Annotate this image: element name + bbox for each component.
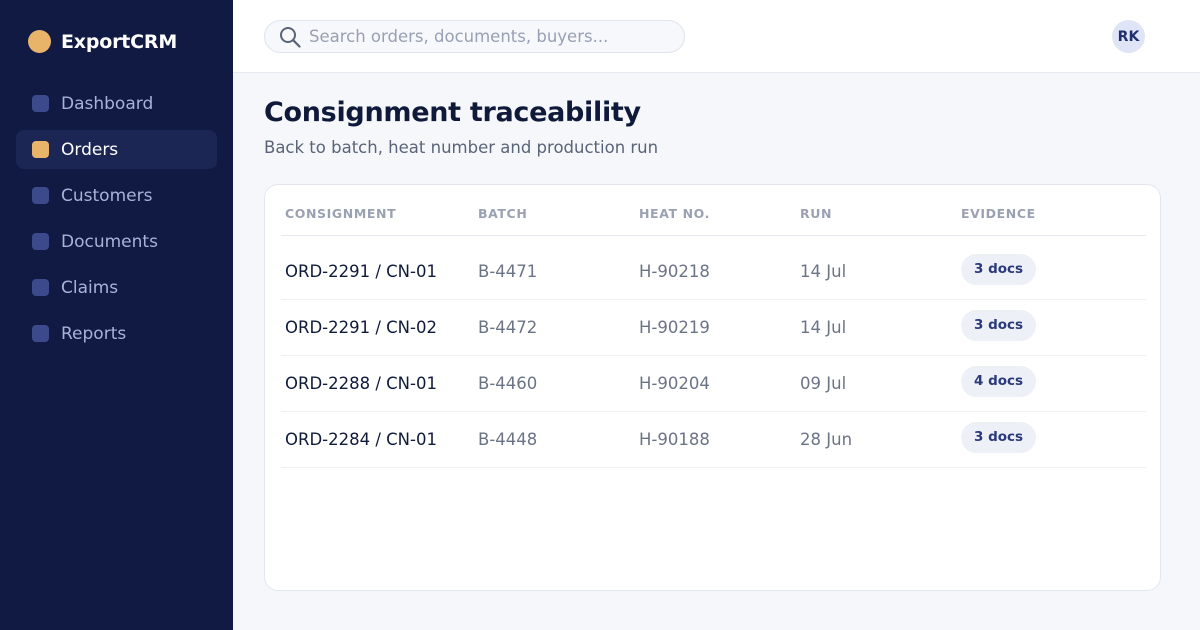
batch-cell: B-4471 bbox=[478, 262, 538, 281]
table-row[interactable]: ORD-2291 / CN-02 B-4472 H-90219 14 Jul 3… bbox=[281, 300, 1146, 356]
table-header: CONSIGNMENT BATCH HEAT NO. RUN EVIDENCE bbox=[281, 185, 1146, 236]
sidebar-item-documents[interactable]: Documents bbox=[16, 222, 217, 261]
dashboard-icon bbox=[32, 95, 49, 112]
sidebar-item-customers[interactable]: Customers bbox=[16, 176, 217, 215]
heat-cell: H-90188 bbox=[639, 430, 710, 449]
column-header-consignment[interactable]: CONSIGNMENT bbox=[281, 206, 478, 221]
orders-icon bbox=[32, 141, 49, 158]
page-title: Consignment traceability bbox=[264, 97, 641, 128]
consignment-cell: ORD-2291 / CN-02 bbox=[285, 318, 437, 337]
table-row[interactable]: ORD-2288 / CN-01 B-4460 H-90204 09 Jul 4… bbox=[281, 356, 1146, 412]
consignment-cell: ORD-2284 / CN-01 bbox=[285, 430, 437, 449]
brand-name: ExportCRM bbox=[61, 30, 178, 53]
sidebar-item-dashboard[interactable]: Dashboard bbox=[16, 84, 217, 123]
customers-icon bbox=[32, 187, 49, 204]
avatar[interactable]: RK bbox=[1112, 20, 1145, 53]
batch-cell: B-4448 bbox=[478, 430, 538, 449]
table-row[interactable]: ORD-2291 / CN-01 B-4471 H-90218 14 Jul 3… bbox=[281, 244, 1146, 300]
run-cell: 14 Jul bbox=[800, 318, 847, 337]
column-header-evidence[interactable]: EVIDENCE bbox=[961, 206, 1146, 221]
sidebar-item-claims[interactable]: Claims bbox=[16, 268, 217, 307]
topbar: RK bbox=[233, 0, 1200, 73]
reports-icon bbox=[32, 325, 49, 342]
column-header-batch[interactable]: BATCH bbox=[478, 206, 639, 221]
evidence-cell: 3 docs bbox=[961, 310, 1146, 341]
evidence-cell: 4 docs bbox=[961, 366, 1146, 397]
run-cell: 09 Jul bbox=[800, 374, 847, 393]
batch-cell: B-4472 bbox=[478, 318, 538, 337]
sidebar-item-label: Reports bbox=[61, 323, 127, 344]
sidebar-item-reports[interactable]: Reports bbox=[16, 314, 217, 353]
column-header-heat-no[interactable]: HEAT NO. bbox=[639, 206, 800, 221]
evidence-cell: 3 docs bbox=[961, 254, 1146, 285]
sidebar-item-label: Orders bbox=[61, 139, 119, 160]
table-row[interactable]: ORD-2284 / CN-01 B-4448 H-90188 28 Jun 3… bbox=[281, 412, 1146, 468]
documents-icon bbox=[32, 233, 49, 250]
run-cell: 28 Jun bbox=[800, 430, 853, 449]
search-icon bbox=[279, 26, 301, 48]
table-body: ORD-2291 / CN-01 B-4471 H-90218 14 Jul 3… bbox=[281, 236, 1146, 468]
evidence-badge[interactable]: 3 docs bbox=[961, 310, 1037, 341]
heat-cell: H-90218 bbox=[639, 262, 710, 281]
sidebar-item-orders[interactable]: Orders bbox=[16, 130, 217, 169]
run-cell: 14 Jul bbox=[800, 262, 847, 281]
heat-cell: H-90219 bbox=[639, 318, 710, 337]
evidence-badge[interactable]: 3 docs bbox=[961, 422, 1037, 453]
batch-cell: B-4460 bbox=[478, 374, 538, 393]
search-box[interactable] bbox=[264, 20, 685, 53]
consignment-cell: ORD-2291 / CN-01 bbox=[285, 262, 437, 281]
column-header-run[interactable]: RUN bbox=[800, 206, 961, 221]
heat-cell: H-90204 bbox=[639, 374, 710, 393]
evidence-badge[interactable]: 4 docs bbox=[961, 366, 1037, 397]
sidebar-item-label: Documents bbox=[61, 231, 158, 252]
traceability-table: CONSIGNMENT BATCH HEAT NO. RUN EVIDENCE … bbox=[281, 185, 1146, 468]
consignment-cell: ORD-2288 / CN-01 bbox=[285, 374, 437, 393]
sidebar-item-label: Claims bbox=[61, 277, 119, 298]
sidebar-item-label: Customers bbox=[61, 185, 153, 206]
evidence-cell: 3 docs bbox=[961, 422, 1146, 453]
brand[interactable]: ExportCRM bbox=[28, 30, 177, 53]
evidence-badge[interactable]: 3 docs bbox=[961, 254, 1037, 285]
sidebar-nav: Dashboard Orders Customers Documents Cla… bbox=[16, 84, 217, 360]
page-subtitle: Back to batch, heat number and productio… bbox=[264, 138, 659, 157]
claims-icon bbox=[32, 279, 49, 296]
sidebar-item-label: Dashboard bbox=[61, 93, 154, 114]
search-input[interactable] bbox=[309, 27, 669, 46]
sidebar: ExportCRM Dashboard Orders Customers Doc… bbox=[0, 0, 233, 630]
brand-logo-icon bbox=[28, 30, 51, 53]
traceability-card: CONSIGNMENT BATCH HEAT NO. RUN EVIDENCE … bbox=[264, 184, 1161, 591]
